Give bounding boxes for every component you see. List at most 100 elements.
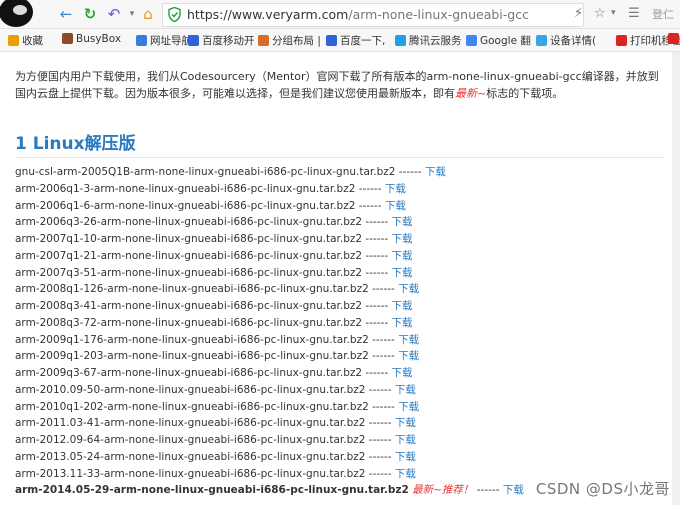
- separator: ------: [476, 484, 500, 497]
- file-name: arm-2010q1-202-arm-none-linux-gnueabi-i6…: [15, 400, 369, 413]
- file-name: arm-2010.09-50-arm-none-linux-gnueabi-i6…: [15, 383, 366, 396]
- file-name: arm-2006q1-3-arm-none-linux-gnueabi-i686…: [15, 182, 356, 195]
- file-name: arm-2008q3-72-arm-none-linux-gnueabi-i68…: [15, 316, 363, 329]
- bookmark-item[interactable]: BusyBox: [62, 33, 121, 45]
- home-button[interactable]: ⌂: [138, 4, 158, 24]
- file-name: arm-2007q1-21-arm-none-linux-gnueabi-i68…: [15, 249, 363, 262]
- separator: ------: [365, 316, 389, 329]
- download-row: arm-2010q1-202-arm-none-linux-gnueabi-i6…: [15, 399, 665, 416]
- bookmarks-bar: 收藏 BusyBox 网址导航 百度移动开 分组布局 | 百度一下, 腾讯云服务 Google…: [0, 29, 680, 52]
- bookmark-item[interactable]: [668, 33, 680, 45]
- bookmark-item[interactable]: Google 翻: [466, 33, 531, 48]
- bookmark-item[interactable]: 网址导航: [136, 33, 192, 48]
- browser-toolbar: ← ↻ ↶ ▾ ⌂ https://www.veryarm.com/arm-no…: [0, 0, 680, 29]
- bookmark-label: BusyBox: [76, 33, 122, 45]
- url-text: https://www.veryarm.com/arm-none-linux-g…: [187, 7, 529, 22]
- download-list: gnu-csl-arm-2005Q1B-arm-none-linux-gnuea…: [15, 164, 665, 499]
- download-link[interactable]: 下载: [392, 216, 413, 228]
- google-icon: [466, 35, 477, 46]
- download-row: arm-2006q1-6-arm-none-linux-gnueabi-i686…: [15, 198, 665, 215]
- file-name: arm-2006q3-26-arm-none-linux-gnueabi-i68…: [15, 216, 363, 229]
- star-dropdown-icon[interactable]: ▾: [611, 8, 616, 18]
- heading-divider: [15, 157, 665, 158]
- download-row: arm-2011.03-41-arm-none-linux-gnueabi-i6…: [15, 415, 665, 432]
- download-link[interactable]: 下载: [398, 350, 419, 362]
- download-row: arm-2010.09-50-arm-none-linux-gnueabi-i6…: [15, 382, 665, 399]
- download-link[interactable]: 下载: [392, 367, 413, 379]
- download-row: arm-2006q3-26-arm-none-linux-gnueabi-i68…: [15, 214, 665, 231]
- separator: ------: [368, 434, 392, 446]
- download-link[interactable]: 下载: [392, 250, 413, 262]
- url-domain: https://www.veryarm.com: [187, 7, 349, 22]
- csdn-watermark: CSDN @DS小龙哥: [535, 480, 670, 498]
- download-link[interactable]: 下载: [392, 317, 413, 329]
- lightning-icon[interactable]: ⚡: [574, 6, 583, 21]
- file-name: arm-2007q3-51-arm-none-linux-gnueabi-i68…: [15, 266, 363, 279]
- file-name: arm-2007q1-10-arm-none-linux-gnueabi-i68…: [15, 233, 363, 245]
- separator: ------: [358, 182, 382, 195]
- file-name: arm-2014.05-29-arm-none-linux-gnueabi-i6…: [15, 484, 409, 497]
- c-icon: [616, 35, 627, 46]
- browser-logo-icon: [0, 0, 33, 27]
- download-link[interactable]: 下载: [398, 283, 419, 295]
- file-name: arm-2008q3-41-arm-none-linux-gnueabi-i68…: [15, 300, 363, 312]
- bookmark-label: 网址导航: [150, 35, 192, 47]
- download-row: gnu-csl-arm-2005Q1B-arm-none-linux-gnuea…: [15, 164, 665, 181]
- download-link[interactable]: 下载: [392, 300, 413, 312]
- paw-icon: [326, 35, 337, 46]
- star-icon: [8, 35, 19, 46]
- download-row: arm-2009q1-176-arm-none-linux-gnueabi-i6…: [15, 332, 665, 349]
- bookmark-star-icon[interactable]: ☆: [594, 6, 606, 21]
- scrollbar[interactable]: [672, 52, 680, 505]
- folder-icon: [62, 33, 73, 44]
- login-label[interactable]: 登仁: [652, 6, 674, 22]
- bookmark-item[interactable]: 百度一下,: [326, 33, 385, 48]
- cloud-icon: [395, 35, 406, 46]
- bookmark-label: 分组布局 |: [272, 35, 321, 47]
- download-link[interactable]: 下载: [392, 267, 413, 279]
- separator: ------: [368, 383, 392, 396]
- intro-paragraph: 为方便国内用户下载使用，我们从Codesourcery（Mentor）官网下载了…: [15, 68, 665, 102]
- bookmark-item[interactable]: 分组布局 |: [258, 33, 321, 48]
- separator: ------: [372, 400, 395, 413]
- file-name: arm-2012.09-64-arm-none-linux-gnueabi-i6…: [15, 434, 366, 446]
- bookmark-label: 百度一下,: [340, 35, 386, 47]
- file-name: arm-2013.05-24-arm-none-linux-gnueabi-i6…: [15, 450, 366, 463]
- download-link[interactable]: 下载: [425, 166, 446, 178]
- download-link[interactable]: 下载: [385, 183, 406, 195]
- address-bar[interactable]: https://www.veryarm.com/arm-none-linux-g…: [162, 3, 584, 27]
- download-link[interactable]: 下载: [392, 233, 413, 245]
- download-link[interactable]: 下载: [395, 434, 416, 446]
- menu-icon[interactable]: ☰: [628, 6, 640, 21]
- recommended-tag: 最新~推荐！: [412, 484, 474, 497]
- file-name: arm-2013.11-33-arm-none-linux-gnueabi-i6…: [15, 467, 366, 480]
- download-link[interactable]: 下载: [395, 468, 416, 480]
- download-link[interactable]: 下载: [398, 334, 419, 346]
- bookmark-item[interactable]: 收藏: [8, 33, 43, 48]
- cloud-icon: [536, 35, 547, 46]
- download-link[interactable]: 下载: [503, 484, 524, 496]
- separator: ------: [372, 283, 395, 296]
- download-link[interactable]: 下载: [398, 401, 419, 413]
- bookmark-label: 百度移动开: [202, 35, 255, 47]
- download-row: arm-2013.05-24-arm-none-linux-gnueabi-i6…: [15, 449, 665, 466]
- download-row: arm-2006q1-3-arm-none-linux-gnueabi-i686…: [15, 181, 665, 198]
- download-link[interactable]: 下载: [395, 417, 416, 429]
- file-name: arm-2009q1-203-arm-none-linux-gnueabi-i6…: [15, 350, 369, 363]
- download-link[interactable]: 下载: [395, 451, 416, 463]
- refresh-button[interactable]: ↻: [80, 4, 100, 24]
- bookmark-item[interactable]: 百度移动开: [188, 33, 255, 48]
- separator: ------: [368, 450, 392, 463]
- bookmark-item[interactable]: 设备详情(: [536, 33, 596, 48]
- download-link[interactable]: 下载: [395, 384, 416, 396]
- separator: ------: [358, 199, 382, 212]
- separator: ------: [365, 249, 389, 262]
- download-link[interactable]: 下载: [385, 200, 406, 212]
- back-button[interactable]: ←: [56, 4, 76, 24]
- bookmark-item[interactable]: 腾讯云服务: [395, 33, 462, 48]
- undo-tab-button[interactable]: ↶: [104, 4, 124, 24]
- download-row: arm-2007q1-10-arm-none-linux-gnueabi-i68…: [15, 231, 665, 248]
- bookmark-label: 腾讯云服务: [409, 35, 462, 47]
- bookmark-label: 收藏: [22, 35, 43, 47]
- paw-icon: [188, 35, 199, 46]
